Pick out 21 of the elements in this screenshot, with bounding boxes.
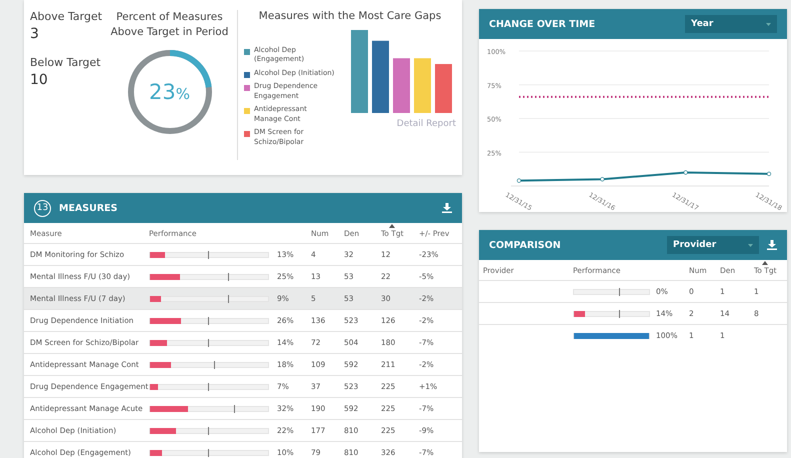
count-badge: 13 [34, 200, 51, 216]
panel-title: CHANGE OVER TIME [489, 18, 596, 30]
data-point [600, 177, 604, 182]
stat-value: 10 [30, 72, 49, 88]
data-point [766, 172, 772, 176]
percent-value: 23% [149, 80, 190, 104]
caret-icon [766, 22, 771, 26]
data-point [516, 178, 522, 183]
stat-label: Below Target [30, 56, 102, 69]
stat-value: 3 [30, 26, 40, 42]
stat-label: Above Target [30, 10, 102, 23]
donut-title: Percent of Measures Above Target in Period [110, 10, 230, 40]
caret-icon [748, 244, 753, 246]
download-icon[interactable] [767, 240, 777, 250]
chart-title: Measures with the Most Care Gaps [258, 10, 442, 22]
data-point [684, 170, 688, 175]
group-dropdown[interactable]: Provider [667, 236, 759, 254]
download-icon[interactable] [442, 203, 452, 213]
panel-title: COMPARISON [489, 240, 562, 250]
period-dropdown[interactable]: Year [685, 15, 777, 33]
panel-title: MEASURES [59, 202, 118, 214]
